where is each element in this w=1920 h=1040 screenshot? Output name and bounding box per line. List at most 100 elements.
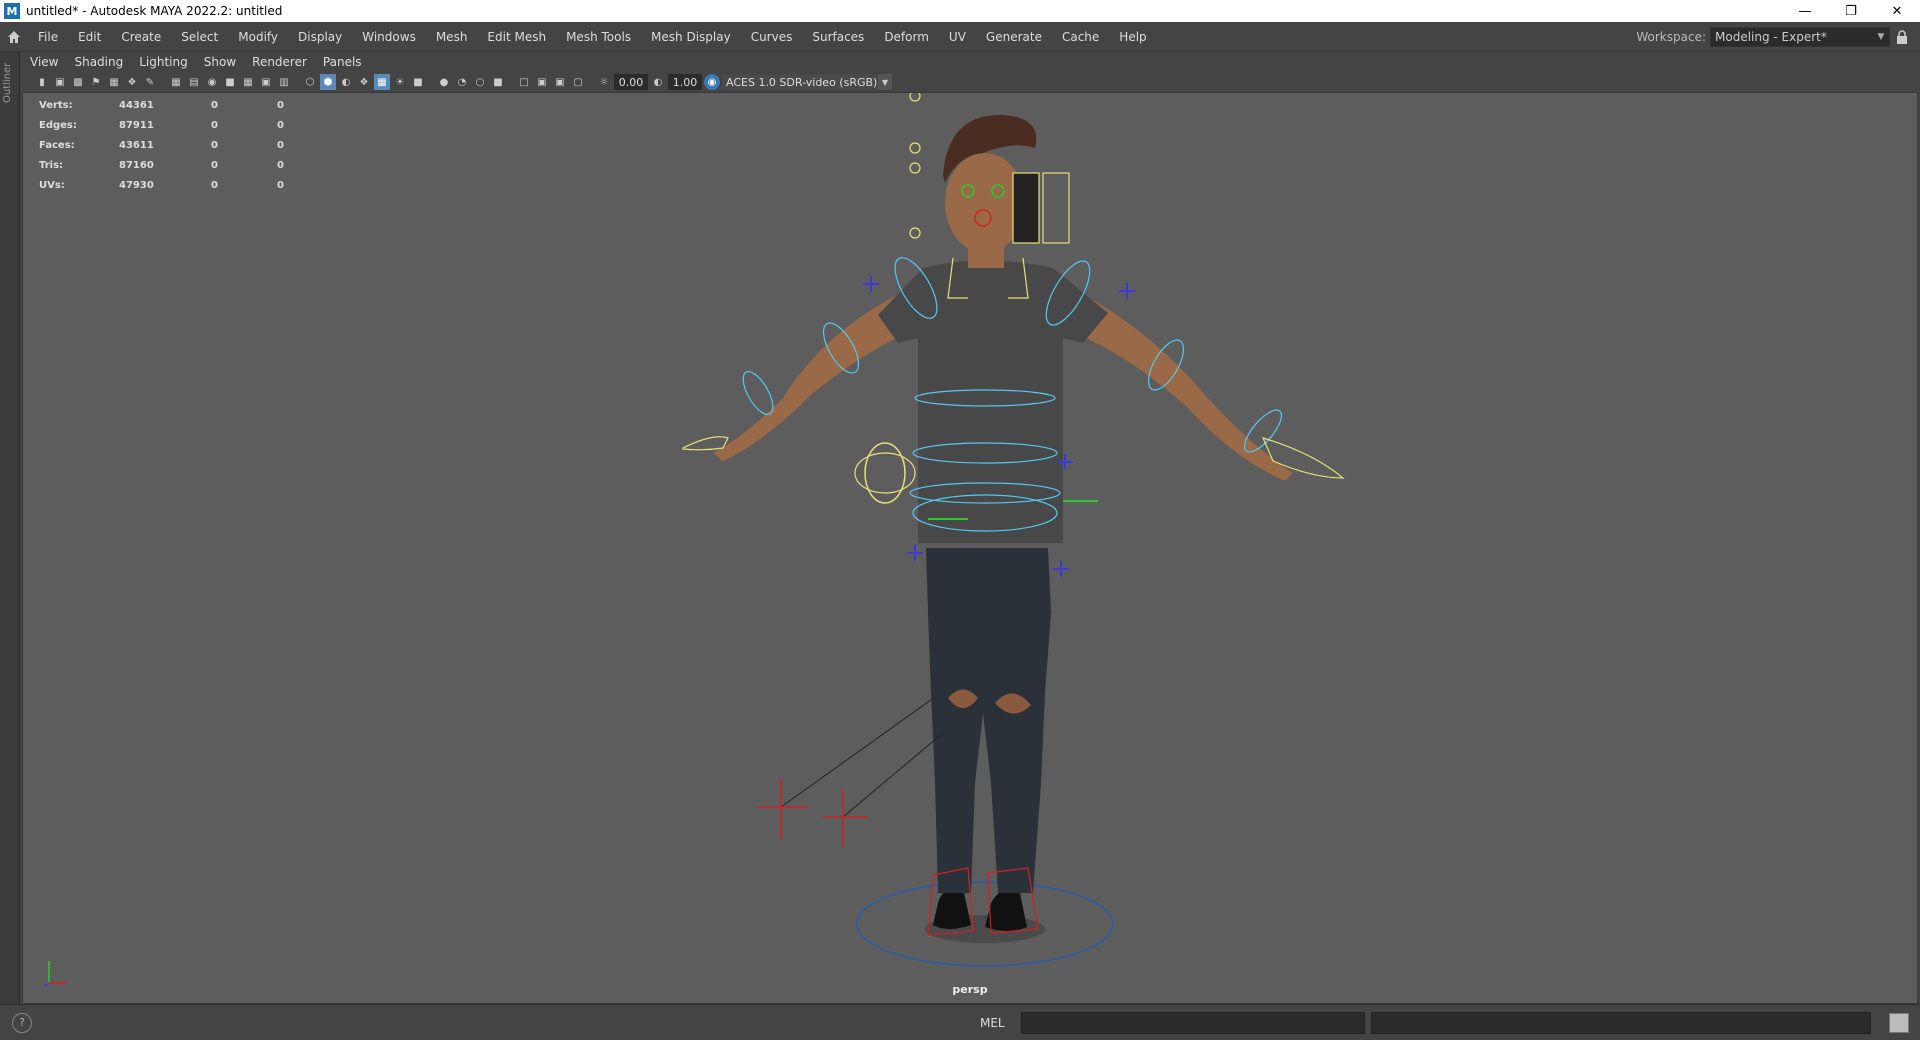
hud-value: 44361	[119, 99, 154, 111]
main-menu-bar: File Edit Create Select Modify Display W…	[0, 22, 1920, 52]
hud-value: 0	[211, 159, 218, 171]
textured-icon[interactable]: ▦	[374, 74, 390, 90]
hud-value: 0	[211, 99, 218, 111]
bookmark-icon[interactable]: ▩	[70, 74, 86, 90]
minimize-icon: —	[1798, 3, 1812, 19]
hud-row-edges: Edges: 87911 0 0	[39, 115, 317, 135]
script-language-toggle[interactable]: MEL	[980, 1016, 1005, 1030]
restore-button[interactable]: ❐	[1828, 0, 1874, 22]
outliner-tab[interactable]: Outliner	[2, 58, 16, 108]
hud-value: 87160	[119, 159, 154, 171]
help-icon[interactable]: ?	[12, 1012, 32, 1033]
color-management-value: ACES 1.0 SDR-video (sRGB)	[726, 75, 878, 89]
hud-value: 0	[277, 99, 284, 111]
view-transform-icon[interactable]: ◉	[704, 74, 720, 90]
viewport-persp[interactable]: Verts: 44361 0 0 Edges: 87911 0 0 Faces:…	[22, 92, 1918, 1004]
panel-menu-shading[interactable]: Shading	[66, 55, 131, 69]
grease-pencil-icon[interactable]: ✎	[142, 74, 158, 90]
script-editor-icon[interactable]	[1888, 1012, 1909, 1033]
hud-value: 47930	[119, 179, 154, 191]
window-title: untitled* - Autodesk MAYA 2022.2: untitl…	[26, 4, 283, 18]
menu-cache[interactable]: Cache	[1052, 30, 1109, 44]
command-result-field	[1370, 1011, 1871, 1034]
menu-surfaces[interactable]: Surfaces	[802, 30, 874, 44]
default-material-icon[interactable]: ◐	[338, 74, 354, 90]
menu-uv[interactable]: UV	[939, 30, 976, 44]
restore-icon: ❐	[1845, 3, 1857, 19]
menu-select[interactable]: Select	[171, 30, 228, 44]
panel-menu-view[interactable]: View	[22, 55, 66, 69]
camera-attributes-icon[interactable]: ▣	[52, 74, 68, 90]
panel-menu-renderer[interactable]: Renderer	[244, 55, 315, 69]
command-input[interactable]	[1020, 1011, 1365, 1034]
xray-active-icon[interactable]: ▣	[552, 74, 568, 90]
hud-row-uvs: UVs: 47930 0 0	[39, 175, 317, 195]
home-button[interactable]	[0, 23, 28, 51]
field-chart-icon[interactable]: ▦	[240, 74, 256, 90]
two-d-pan-icon[interactable]: ❖	[124, 74, 140, 90]
minimize-button[interactable]: —	[1782, 0, 1828, 22]
screen-space-ao-icon[interactable]: ●	[436, 74, 452, 90]
use-all-lights-icon[interactable]: ☀	[392, 74, 408, 90]
film-gate-icon[interactable]: ▤	[186, 74, 202, 90]
chevron-down-icon: ▼	[1877, 31, 1885, 42]
hud-label: Verts:	[39, 99, 73, 111]
menu-edit[interactable]: Edit	[68, 30, 111, 44]
maya-app-icon: M	[4, 3, 20, 19]
safe-action-icon[interactable]: ▣	[258, 74, 274, 90]
gamma-field[interactable]: 1.00	[668, 74, 702, 90]
menu-curves[interactable]: Curves	[741, 30, 803, 44]
panel-menu-lighting[interactable]: Lighting	[131, 55, 196, 69]
camera-label: persp	[952, 983, 988, 996]
menu-generate[interactable]: Generate	[976, 30, 1052, 44]
panel-menu-show[interactable]: Show	[196, 55, 244, 69]
hud-value: 43611	[119, 139, 154, 151]
menu-deform[interactable]: Deform	[874, 30, 939, 44]
hud-value: 0	[277, 159, 284, 171]
anti-aliasing-icon[interactable]: ○	[472, 74, 488, 90]
hud-label: UVs:	[39, 179, 65, 191]
title-bar: M untitled* - Autodesk MAYA 2022.2: unti…	[0, 0, 1920, 22]
menu-edit-mesh[interactable]: Edit Mesh	[477, 30, 556, 44]
menu-create[interactable]: Create	[111, 30, 171, 44]
menu-windows[interactable]: Windows	[352, 30, 426, 44]
bookmark-flag-icon[interactable]: ⚑	[88, 74, 104, 90]
command-line: ? MEL	[0, 1004, 1920, 1040]
resolution-gate-icon[interactable]: ◉	[204, 74, 220, 90]
hud-row-verts: Verts: 44361 0 0	[39, 95, 317, 115]
hud-value: 0	[211, 179, 218, 191]
wireframe-on-shaded-icon[interactable]: ❖	[356, 74, 372, 90]
color-management-dropdown[interactable]: ACES 1.0 SDR-video (sRGB) ▼	[722, 74, 892, 90]
gamma-icon[interactable]: ◐	[650, 74, 666, 90]
xray-icon[interactable]: ▣	[534, 74, 550, 90]
safe-title-icon[interactable]: ▥	[276, 74, 292, 90]
isolate-select-icon[interactable]: □	[516, 74, 532, 90]
lock-workspace-button[interactable]	[1890, 25, 1914, 49]
wireframe-icon[interactable]: ⬡	[302, 74, 318, 90]
menu-mesh-display[interactable]: Mesh Display	[641, 30, 741, 44]
image-plane-icon[interactable]: ▦	[106, 74, 122, 90]
motion-blur-icon[interactable]: ◔	[454, 74, 470, 90]
exposure-field[interactable]: 0.00	[614, 74, 648, 90]
smooth-shade-icon[interactable]: ⬢	[320, 74, 336, 90]
select-camera-icon[interactable]: ▮	[34, 74, 50, 90]
xray-joints-icon[interactable]: ▢	[570, 74, 586, 90]
hud-value: 0	[211, 119, 218, 131]
grid-icon[interactable]: ▦	[168, 74, 184, 90]
panel-menu-panels[interactable]: Panels	[315, 55, 370, 69]
menu-mesh[interactable]: Mesh	[426, 30, 478, 44]
menu-mesh-tools[interactable]: Mesh Tools	[556, 30, 641, 44]
left-toolbox: Outliner	[0, 52, 20, 1004]
gate-mask-icon[interactable]: ■	[222, 74, 238, 90]
exposure-icon[interactable]: ☼	[596, 74, 612, 90]
depth-of-field-icon[interactable]: ■	[490, 74, 506, 90]
menu-help[interactable]: Help	[1109, 30, 1156, 44]
workspace-value: Modeling - Expert*	[1715, 29, 1827, 44]
menu-file[interactable]: File	[28, 30, 68, 44]
scene-render	[682, 93, 1345, 967]
close-button[interactable]: ✕	[1874, 0, 1920, 22]
shadows-icon[interactable]: ■	[410, 74, 426, 90]
menu-display[interactable]: Display	[288, 30, 352, 44]
menu-modify[interactable]: Modify	[228, 30, 288, 44]
workspace-dropdown[interactable]: Modeling - Expert* ▼	[1710, 26, 1890, 47]
